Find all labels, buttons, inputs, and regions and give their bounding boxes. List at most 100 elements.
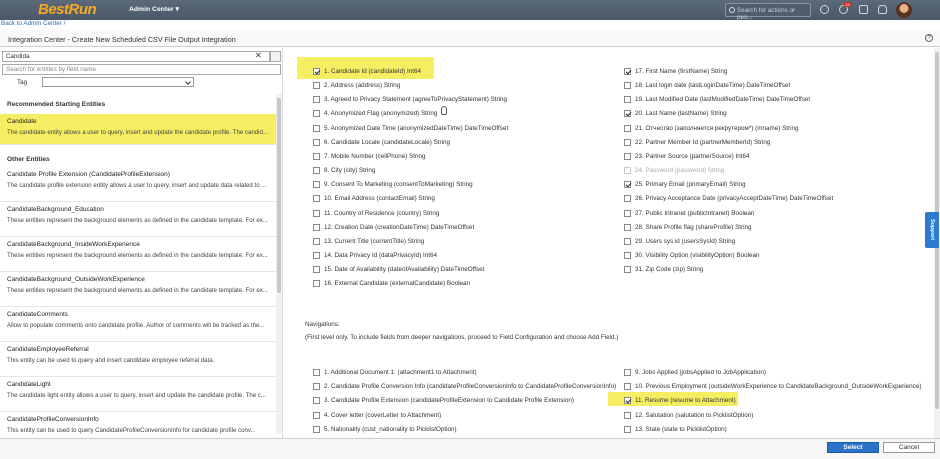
entity-item[interactable]: Candidate Profile Extension (CandidatePr… (0, 167, 276, 202)
field-checkbox-row[interactable]: 23. Partner Source (partnerSource) Int64 (624, 151, 749, 162)
field-checkbox-row[interactable]: 3. Candidate Profile Extension (candidat… (313, 395, 574, 406)
entity-item[interactable]: CandidateBackground_Education These entit… (0, 202, 276, 237)
checkbox[interactable] (313, 110, 320, 118)
checkbox[interactable] (624, 425, 631, 433)
field-checkbox-row[interactable]: 7. Mobile Number (cellPhone) String (313, 151, 426, 162)
checkbox[interactable] (624, 82, 631, 90)
field-checkbox-row[interactable]: 20. Last Name (lastName) String (624, 108, 727, 119)
field-checkbox-row[interactable]: 12. Creation Date (creationDateTime) Dat… (313, 222, 474, 233)
checkbox[interactable] (624, 411, 631, 419)
checkbox[interactable] (624, 266, 631, 274)
admin-center-menu[interactable]: Admin Center ▾ (129, 5, 179, 13)
field-checkbox-row[interactable]: 10. Previous Employment (outsideWorkExpe… (624, 381, 921, 392)
entity-item[interactable]: CandidateBackground_InsideWorkExperience… (0, 237, 276, 272)
field-checkbox-row[interactable]: 2. Address (address) String (313, 80, 400, 91)
field-checkbox-row[interactable]: 19. Last Modified Date (lastModifiedDate… (624, 94, 810, 105)
checkbox[interactable] (313, 96, 320, 104)
field-checkbox-row[interactable]: 29. Users sys id (usersSysId) String (624, 236, 735, 247)
checkbox[interactable] (313, 138, 320, 146)
field-search-input[interactable]: Search for entities by field name (2, 64, 281, 75)
help-circle-icon[interactable]: ? (925, 34, 933, 42)
cancel-button[interactable]: Cancel (883, 442, 935, 453)
entity-item[interactable]: CandidateBackground_OutsideWorkExperienc… (0, 272, 276, 307)
field-checkbox-row[interactable]: 2. Candidate Profile Conversion Info (ca… (313, 381, 616, 392)
field-checkbox-row[interactable]: 18. Last login date (lastLoginDateTime) … (624, 80, 790, 91)
field-checkbox-row[interactable]: 17. First Name (firstName) String (624, 66, 727, 77)
left-scroll-thumb[interactable] (277, 98, 281, 293)
checkbox[interactable] (624, 152, 631, 160)
user-avatar[interactable] (896, 2, 912, 18)
field-checkbox-row[interactable]: 1. Additional Document 1: (attachment1 t… (313, 367, 477, 378)
bell-icon[interactable] (878, 5, 887, 14)
checkbox[interactable] (624, 181, 631, 189)
field-checkbox-row[interactable]: 28. Share Profile flag (shareProfile) St… (624, 222, 752, 233)
tag-select[interactable] (42, 77, 194, 87)
entity-item[interactable]: CandidateEmployeeReferral This entity can… (0, 342, 276, 377)
checkbox[interactable] (313, 181, 320, 189)
checkbox[interactable] (313, 68, 320, 75)
checkbox[interactable] (313, 425, 320, 433)
entity-item[interactable]: CandidateLight The candidate light entity… (0, 377, 276, 412)
checkbox[interactable] (624, 383, 631, 391)
filter-search-button[interactable] (270, 51, 281, 62)
checkbox[interactable] (313, 251, 320, 259)
checkbox[interactable] (313, 209, 320, 217)
checkbox[interactable] (313, 266, 320, 274)
checkbox[interactable] (624, 369, 631, 376)
checkbox[interactable] (313, 167, 320, 175)
field-checkbox-row[interactable]: 11. Country of Residence (country) Strin… (313, 208, 439, 219)
field-checkbox-row[interactable]: 10. Email Address (contactEmail) String (313, 193, 435, 204)
checkbox[interactable] (624, 237, 631, 245)
checkbox[interactable] (313, 82, 320, 90)
field-checkbox-row[interactable]: 1. Candidate Id (candidateId) Int64 (313, 66, 421, 77)
bestrun-logo[interactable]: BestRun (38, 1, 97, 18)
field-checkbox-row[interactable]: 11. Resume (resume to Attachment) (624, 395, 736, 406)
checkbox[interactable] (313, 124, 320, 132)
field-checkbox-row[interactable]: 9. Jobs Applied (jobsApplied to JobAppli… (624, 367, 766, 378)
field-checkbox-row[interactable]: 30. Visibility Option (visibilityOption)… (624, 250, 759, 261)
field-checkbox-row[interactable]: 25. Primary Email (primaryEmail) String (624, 179, 746, 190)
field-checkbox-row[interactable]: 21. Отчество (заполняется рекрутером*) (… (624, 123, 799, 134)
checkbox[interactable] (313, 383, 320, 391)
checkbox[interactable] (313, 280, 320, 288)
support-tab[interactable]: Support (925, 212, 939, 248)
field-checkbox-row[interactable]: 5. Nationality (cust_nationality to Pick… (313, 424, 457, 435)
field-checkbox-row[interactable]: 31. Zip Code (zip) String (624, 264, 703, 275)
help-icon[interactable] (820, 5, 829, 14)
checkbox[interactable] (313, 223, 320, 231)
checkbox[interactable] (624, 251, 631, 259)
back-to-admin-center-link[interactable]: Back to Admin Center / (1, 20, 65, 27)
checkbox[interactable] (624, 195, 631, 203)
checkbox[interactable] (313, 411, 320, 419)
field-checkbox-row[interactable]: 14. Data Privacy Id (dataPrivacyId) Int6… (313, 250, 437, 261)
approval-icon[interactable] (859, 5, 868, 14)
entity-item-candidate[interactable]: Candidate The candidate entity allows a … (0, 114, 276, 145)
field-checkbox-row[interactable]: 16. External Candidate (externalCandidat… (313, 278, 470, 289)
field-checkbox-row[interactable]: 13. Current Title (currentTitle) String (313, 236, 424, 247)
field-checkbox-row[interactable]: 6. Candidate Locale (candidateLocale) St… (313, 137, 450, 148)
field-checkbox-row[interactable]: 4. Cover letter (coverLetter to Attachme… (313, 410, 441, 421)
field-checkbox-row[interactable]: 15. Date of Availability (dateofAvailabi… (313, 264, 484, 275)
checkbox[interactable] (624, 397, 631, 405)
select-button[interactable]: Select (827, 442, 879, 453)
checkbox[interactable] (624, 68, 631, 75)
checkbox[interactable] (624, 96, 631, 104)
field-checkbox-row[interactable]: 27. Public Intranet (publicIntranet) Boo… (624, 208, 754, 219)
entity-item[interactable]: CandidateComments Allow to populate comme… (0, 307, 276, 342)
field-checkbox-row[interactable]: 13. State (state to PicklistOption) (624, 424, 727, 435)
checkbox[interactable] (624, 138, 631, 146)
checkbox[interactable] (313, 195, 320, 203)
checkbox[interactable] (313, 237, 320, 245)
global-search-input[interactable]: Search for actions or pes... (725, 3, 811, 21)
field-checkbox-row[interactable]: 4. Anonymized Flag (anonymized) String (313, 108, 437, 119)
checkbox[interactable] (624, 209, 631, 217)
field-checkbox-row[interactable]: 5. Anonymized Date Time (anonymizedDateT… (313, 123, 508, 134)
field-checkbox-row[interactable]: 9. Consent To Marketing (consentToMarket… (313, 179, 473, 190)
field-checkbox-row[interactable]: 22. Partner Member Id (partnerMemberId) … (624, 137, 770, 148)
checkbox[interactable] (313, 152, 320, 160)
checkbox[interactable] (624, 124, 631, 132)
field-checkbox-row[interactable]: 8. City (city) String (313, 165, 375, 176)
clear-icon[interactable]: ✕ (255, 51, 262, 60)
checkbox[interactable] (313, 369, 320, 376)
entity-filter-input[interactable]: Candida (2, 51, 270, 62)
